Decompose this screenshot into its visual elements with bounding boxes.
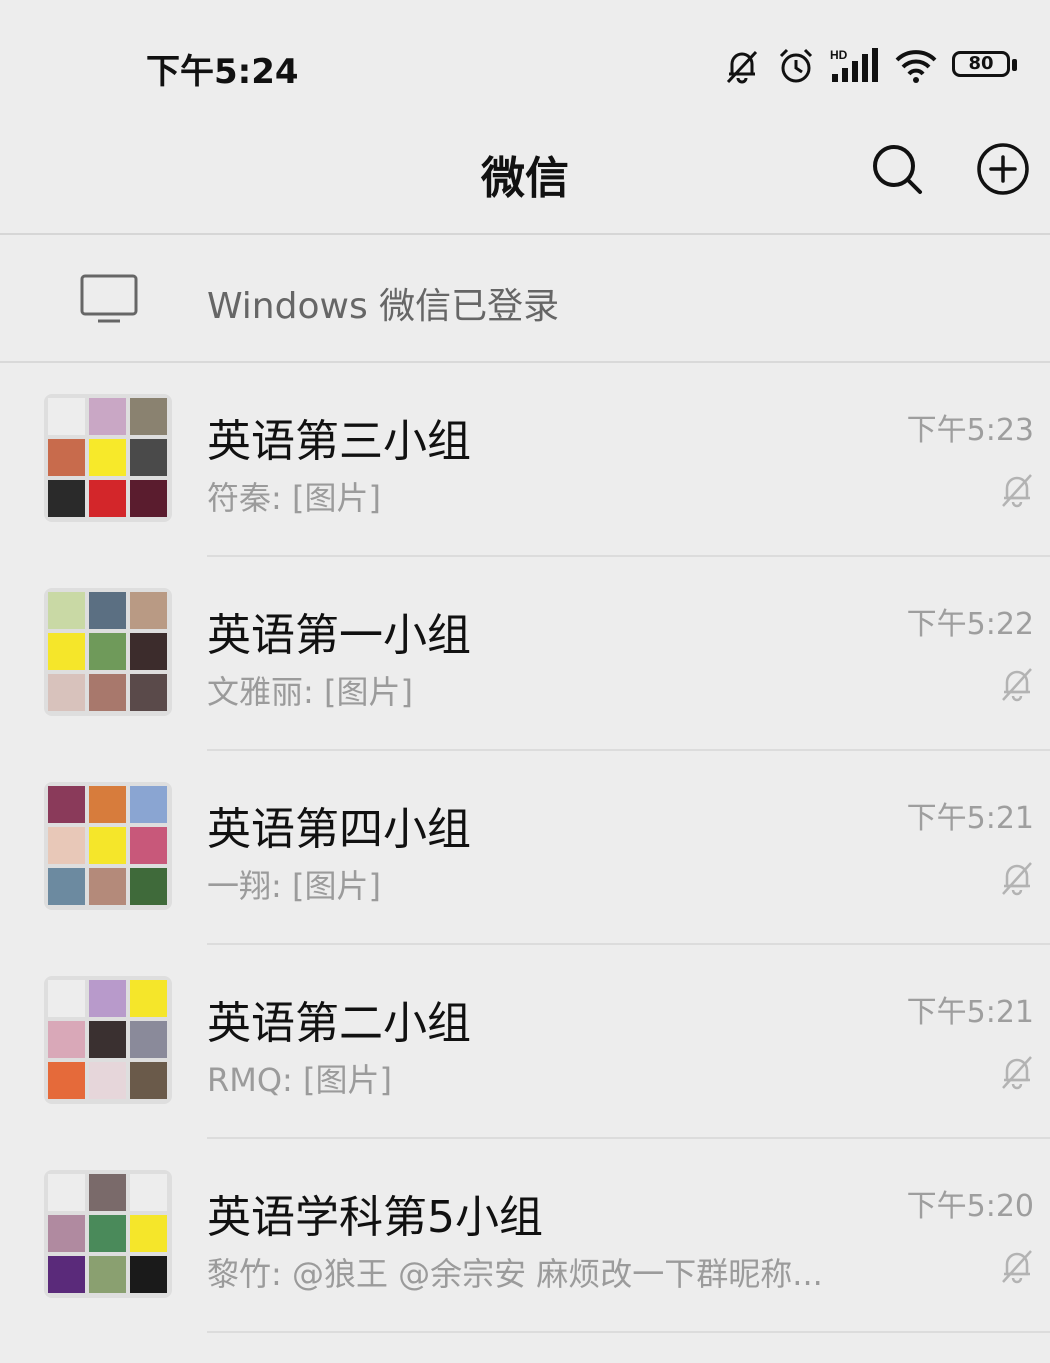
battery-icon: 80 <box>952 51 1020 81</box>
chat-preview: 文雅丽: [图片] <box>207 673 413 711</box>
network-type-label: HD <box>830 48 848 62</box>
avatar-tile <box>130 1256 167 1293</box>
mute-bell-icon <box>1002 862 1032 896</box>
chat-time: 下午5:20 <box>906 1189 1034 1224</box>
avatar-tile <box>130 1062 167 1099</box>
chat-time: 下午5:21 <box>906 995 1034 1030</box>
battery-level: 80 <box>968 53 994 74</box>
avatar-tile <box>48 1021 85 1058</box>
chat-row[interactable]: 英语第二小组 RMQ: [图片] 下午5:21 <box>0 945 1050 1139</box>
chat-row[interactable]: 英语第四小组 一翔: [图片] 下午5:21 <box>0 751 1050 945</box>
avatar-tile <box>89 1215 126 1252</box>
avatar-tile <box>48 480 85 517</box>
add-icon[interactable] <box>976 142 1030 196</box>
avatar-tile <box>130 439 167 476</box>
avatar-tile <box>130 1021 167 1058</box>
avatar-tile <box>48 1256 85 1293</box>
avatar-tile <box>89 398 126 435</box>
chat-title: 英语第四小组 <box>207 804 471 855</box>
avatar-tile <box>48 633 85 670</box>
avatar-tile <box>89 1021 126 1058</box>
avatar-tile <box>89 786 126 823</box>
avatar-tile <box>89 1174 126 1211</box>
chat-row[interactable]: 英语第三小组 符秦: [图片] 下午5:23 <box>0 363 1050 557</box>
avatar-tile <box>130 786 167 823</box>
chat-title: 英语学科第5小组 <box>207 1192 543 1243</box>
avatar-tile <box>130 480 167 517</box>
group-avatar[interactable] <box>44 394 172 522</box>
mute-bell-icon <box>1002 1250 1032 1284</box>
search-icon[interactable] <box>870 142 924 196</box>
chat-time: 下午5:21 <box>906 801 1034 836</box>
avatar-tile <box>48 1174 85 1211</box>
chat-title: 英语第一小组 <box>207 610 471 661</box>
windows-login-banner[interactable]: Windows 微信已登录 <box>0 235 1050 363</box>
avatar-tile <box>89 1062 126 1099</box>
avatar-tile <box>48 674 85 711</box>
avatar-tile <box>130 1174 167 1211</box>
avatar-tile <box>130 633 167 670</box>
monitor-icon <box>80 274 138 323</box>
chat-preview: 黎竹: @狼王 @余宗安 麻烦改一下群昵称... <box>207 1255 823 1293</box>
avatar-tile <box>48 592 85 629</box>
mute-bell-icon <box>1002 1056 1032 1090</box>
avatar-tile <box>48 398 85 435</box>
avatar-tile <box>89 633 126 670</box>
avatar-tile <box>130 1215 167 1252</box>
avatar-tile <box>89 674 126 711</box>
login-banner-text: Windows 微信已登录 <box>207 286 560 327</box>
chat-time: 下午5:22 <box>906 607 1034 642</box>
avatar-tile <box>89 439 126 476</box>
avatar-tile <box>130 827 167 864</box>
avatar-tile <box>89 827 126 864</box>
avatar-tile <box>89 980 126 1017</box>
wifi-icon <box>895 50 937 83</box>
chat-preview: 一翔: [图片] <box>207 867 381 905</box>
status-icons: HD 80 <box>722 44 1020 88</box>
header: 微信 <box>0 120 1050 235</box>
avatar-tile <box>89 592 126 629</box>
avatar-tile <box>89 1256 126 1293</box>
mute-bell-icon <box>1002 668 1032 702</box>
status-bar: 下午5:24 HD 80 <box>0 0 1050 120</box>
avatar-tile <box>48 439 85 476</box>
row-divider <box>207 1331 1050 1333</box>
chat-row[interactable]: 英语第一小组 文雅丽: [图片] 下午5:22 <box>0 557 1050 751</box>
avatar-tile <box>130 868 167 905</box>
chat-title: 英语第三小组 <box>207 416 471 467</box>
chat-preview: RMQ: [图片] <box>207 1061 392 1099</box>
chat-list: 英语第三小组 符秦: [图片] 下午5:23 英语第一小组 文雅丽: [图片] … <box>0 363 1050 1333</box>
mute-bell-icon <box>1002 474 1032 508</box>
avatar-tile <box>48 827 85 864</box>
group-avatar[interactable] <box>44 782 172 910</box>
group-avatar[interactable] <box>44 1170 172 1298</box>
avatar-tile <box>48 980 85 1017</box>
avatar-tile <box>130 398 167 435</box>
status-time: 下午5:24 <box>146 52 299 92</box>
alarm-clock-icon <box>779 48 813 83</box>
avatar-tile <box>89 868 126 905</box>
avatar-tile <box>130 980 167 1017</box>
avatar-tile <box>48 1062 85 1099</box>
chat-preview: 符秦: [图片] <box>207 479 381 517</box>
chat-row[interactable]: 英语学科第5小组 黎竹: @狼王 @余宗安 麻烦改一下群昵称... 下午5:20 <box>0 1139 1050 1333</box>
group-avatar[interactable] <box>44 976 172 1104</box>
cellular-signal-icon: HD <box>830 48 878 82</box>
group-avatar[interactable] <box>44 588 172 716</box>
chat-title: 英语第二小组 <box>207 998 471 1049</box>
chat-time: 下午5:23 <box>906 413 1034 448</box>
notifications-muted-icon <box>726 50 758 84</box>
avatar-tile <box>130 674 167 711</box>
avatar-tile <box>48 786 85 823</box>
avatar-tile <box>89 480 126 517</box>
avatar-tile <box>48 868 85 905</box>
avatar-tile <box>130 592 167 629</box>
avatar-tile <box>48 1215 85 1252</box>
